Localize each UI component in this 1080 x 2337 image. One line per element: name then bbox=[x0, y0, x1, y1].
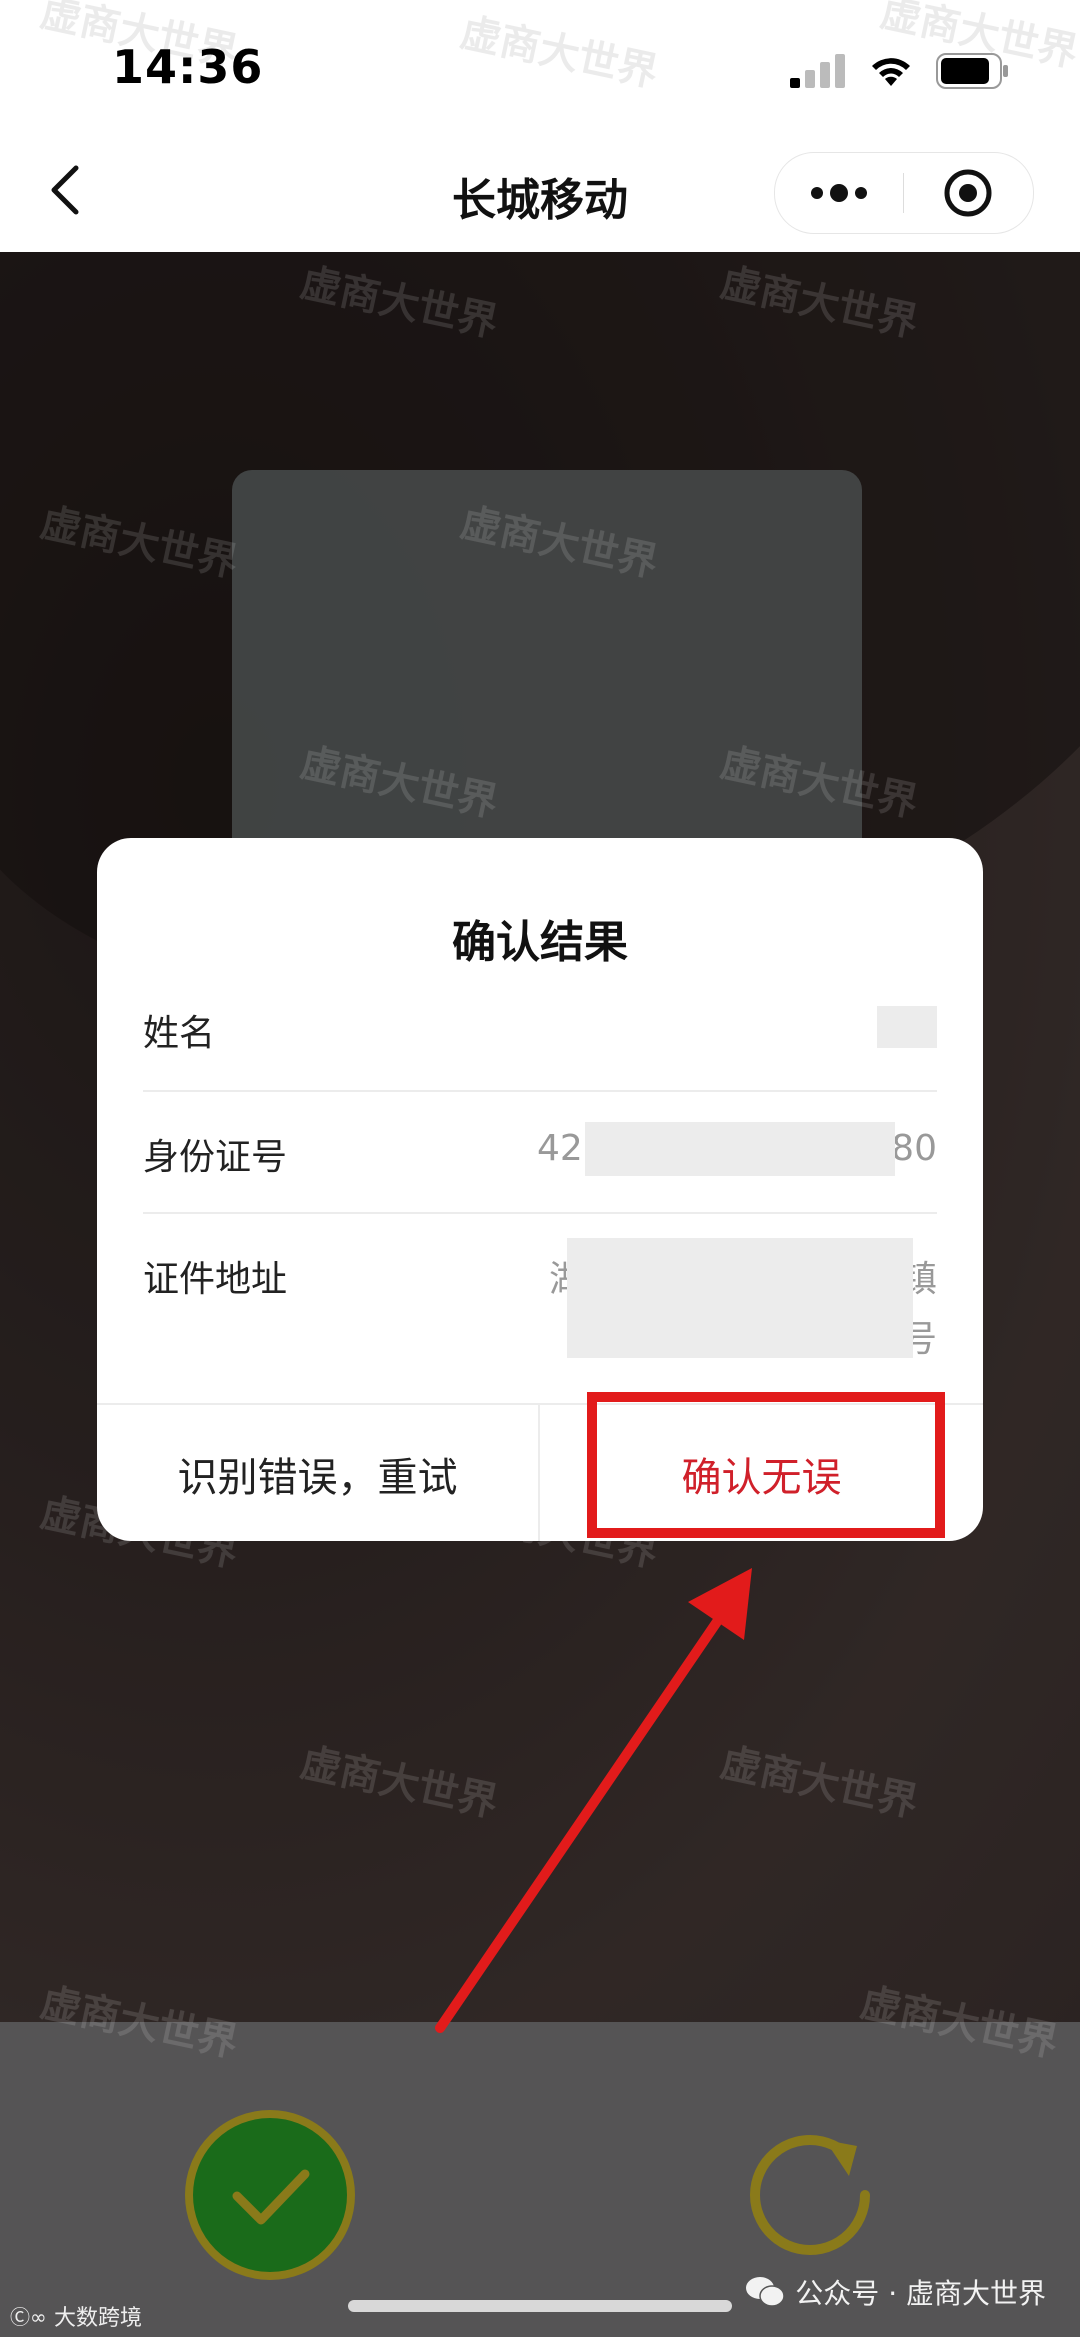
id-number-label: 身份证号 bbox=[143, 1137, 288, 1178]
close-button[interactable] bbox=[904, 153, 1032, 233]
camera-confirm-button[interactable] bbox=[185, 2110, 355, 2280]
address-mask bbox=[567, 1238, 913, 1358]
bottom-right-text: 公众号 · 虚商大世界 bbox=[795, 2277, 1046, 2310]
status-icons bbox=[790, 46, 1010, 96]
camera-retake-button[interactable] bbox=[725, 2110, 895, 2280]
address-label: 证件地址 bbox=[143, 1259, 288, 1300]
name-mask bbox=[877, 1006, 937, 1048]
id-number-start: 42 bbox=[537, 1128, 583, 1169]
address-row: 证件地址 湖 镇 号 bbox=[143, 1214, 937, 1400]
bottom-left-watermark: Ⓒ∞ 大数跨境 bbox=[10, 2300, 142, 2332]
miniprogram-capsule bbox=[774, 152, 1034, 234]
dialog-title: 确认结果 bbox=[452, 917, 628, 968]
name-label: 姓名 bbox=[143, 1013, 216, 1054]
home-indicator bbox=[348, 2300, 732, 2312]
id-number-mask bbox=[585, 1122, 895, 1176]
battery-icon bbox=[936, 53, 1008, 89]
signal-icon bbox=[790, 54, 845, 88]
svg-text:Ⓒ∞: Ⓒ∞ bbox=[10, 2305, 47, 2328]
wechat-icon bbox=[746, 2277, 786, 2307]
more-button[interactable] bbox=[775, 153, 903, 233]
more-icon bbox=[811, 184, 867, 202]
retake-icon bbox=[750, 2135, 870, 2255]
retry-button[interactable]: 识别错误，重试 bbox=[97, 1405, 538, 1541]
bottom-left-text: 大数跨境 bbox=[54, 2306, 143, 2331]
name-row: 姓名 1 bbox=[143, 966, 937, 1092]
wifi-icon bbox=[872, 58, 910, 86]
status-bar: 14:36 bbox=[0, 0, 1080, 130]
close-target-icon bbox=[944, 169, 992, 217]
nav-bar: 长城移动 bbox=[0, 130, 1080, 252]
bottom-right-watermark: 公众号 · 虚商大世界 bbox=[745, 2272, 1046, 2312]
highlight-box bbox=[587, 1392, 945, 1538]
logo-icon: Ⓒ∞ bbox=[10, 2305, 47, 2328]
check-icon bbox=[232, 2169, 310, 2225]
status-time: 14:36 bbox=[112, 40, 264, 94]
id-number-row: 身份证号 42 980 bbox=[143, 1092, 937, 1214]
